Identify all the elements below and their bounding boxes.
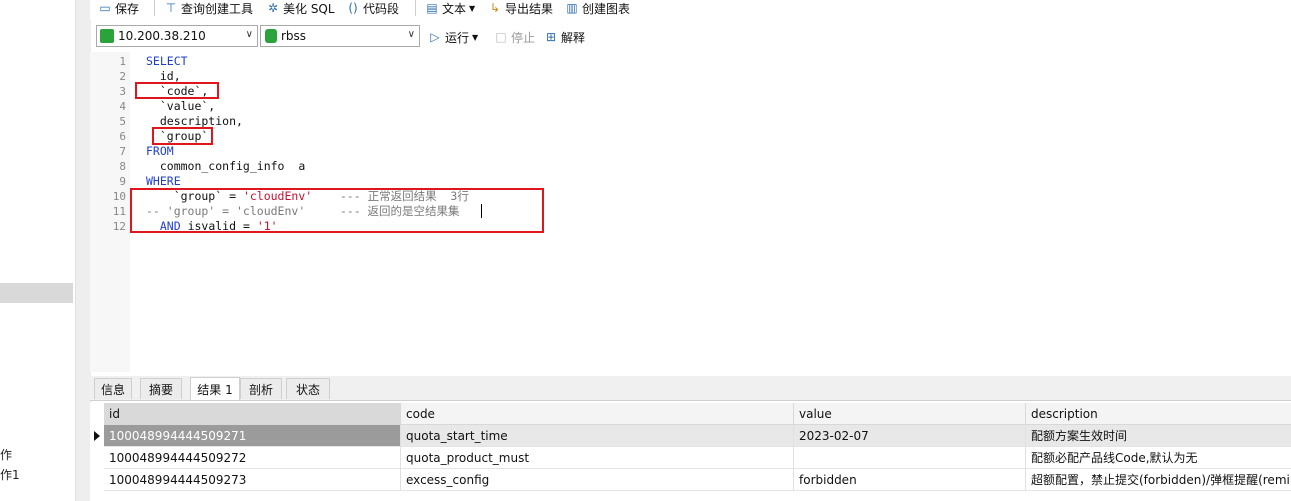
line-number: 3 <box>119 85 126 98</box>
column-header-id[interactable]: id <box>104 403 401 425</box>
table-cell-value[interactable] <box>794 447 1026 469</box>
code-line: common_config_info a <box>146 159 305 174</box>
result-grid[interactable]: id code value description 10004899444450… <box>90 403 1291 501</box>
query-builder-icon: ⊤ <box>165 1 177 15</box>
line-number: 9 <box>119 175 126 188</box>
code-token: SELECT <box>146 54 188 68</box>
table-cell-code[interactable]: excess_config <box>401 469 794 491</box>
column-header-value[interactable]: value <box>794 403 1026 425</box>
chevron-down-icon: ∨ <box>245 29 253 40</box>
tab-status[interactable]: 状态 <box>286 378 330 399</box>
dropdown-arrow-icon: ▼ <box>472 32 479 42</box>
main-toolbar: ▭ 保存 ⊤ 查询创建工具 ✲ 美化 SQL () 代码段 ▤ 文本 ▼ ↳ 导… <box>90 0 1291 20</box>
export-icon: ↳ <box>489 1 501 15</box>
chevron-down-icon: ∨ <box>407 29 415 40</box>
export-results-button[interactable]: ↳ 导出结果 <box>488 0 553 18</box>
line-number: 11 <box>112 205 126 218</box>
code-token: `value`, <box>146 99 216 113</box>
dropdown-arrow-icon: ▼ <box>469 3 476 13</box>
tab-result-1[interactable]: 结果 1 <box>190 377 240 400</box>
stop-icon: □ <box>495 30 507 44</box>
run-button[interactable]: ▷ 运行 ▼ <box>428 27 478 47</box>
explain-button[interactable]: ⊞ 解释 <box>544 27 585 47</box>
line-number-gutter: 1 2 3 4 5 6 7 8 9 10 11 12 <box>90 52 130 372</box>
panel-splitter[interactable] <box>75 0 91 501</box>
tab-profile[interactable]: 剖析 <box>240 378 282 399</box>
highlight-box-group <box>152 127 213 145</box>
sidebar-item[interactable]: 作 <box>0 446 12 463</box>
column-header-description[interactable]: description <box>1026 403 1291 425</box>
chart-icon: ▥ <box>566 1 578 15</box>
table-row[interactable]: 100048994444509273 excess_config forbidden… <box>90 469 1291 491</box>
code-token: description, <box>146 114 243 128</box>
line-number: 6 <box>119 130 126 143</box>
line-number: 2 <box>119 70 126 83</box>
table-row[interactable]: 100048994444509272 quota_product_must 配额必配… <box>90 447 1291 469</box>
table-cell-value[interactable]: forbidden <box>794 469 1026 491</box>
connection-icon <box>100 29 114 43</box>
code-token: WHERE <box>146 174 181 188</box>
connection-select[interactable]: 10.200.38.210 ∨ <box>96 25 258 47</box>
column-header-code[interactable]: code <box>401 403 794 425</box>
code-token: id, <box>146 69 181 83</box>
line-number: 12 <box>112 220 126 233</box>
code-token: common_config_info a <box>146 159 306 173</box>
code-snippet-button[interactable]: () 代码段 <box>346 0 399 18</box>
save-button[interactable]: ▭ 保存 <box>98 0 139 18</box>
table-cell-id[interactable]: 100048994444509273 <box>104 469 401 491</box>
database-icon <box>265 29 277 43</box>
stop-button[interactable]: □ 停止 <box>494 27 535 47</box>
explain-icon: ⊞ <box>545 30 557 44</box>
table-cell-description[interactable]: 配额方案生效时间 <box>1026 425 1291 447</box>
object-sidebar: 作 作1 <box>0 0 75 501</box>
tab-info[interactable]: 信息 <box>94 378 132 399</box>
code-line: SELECT <box>146 54 188 69</box>
document-icon: ▤ <box>426 1 438 15</box>
text-cursor <box>481 204 482 218</box>
play-icon: ▷ <box>430 30 440 44</box>
tab-summary[interactable]: 摘要 <box>140 378 182 399</box>
save-icon: ▭ <box>99 1 111 15</box>
code-line: FROM <box>146 144 174 159</box>
query-builder-button[interactable]: ⊤ 查询创建工具 <box>164 0 253 18</box>
line-number: 8 <box>119 160 126 173</box>
connection-toolbar: 10.200.38.210 ∨ rbss ∨ ▷ 运行 ▼ □ 停止 ⊞ 解释 <box>90 22 1291 50</box>
highlight-box-code <box>135 82 219 99</box>
sidebar-selected-item[interactable] <box>0 283 73 303</box>
table-cell-code[interactable]: quota_product_must <box>401 447 794 469</box>
beautify-sql-button[interactable]: ✲ 美化 SQL <box>266 0 335 18</box>
line-number: 7 <box>119 145 126 158</box>
table-cell-id[interactable]: 100048994444509272 <box>104 447 401 469</box>
line-number: 4 <box>119 100 126 113</box>
sql-editor[interactable]: 1 2 3 4 5 6 7 8 9 10 11 12 SELECT id, `code`, `valu… <box>90 52 1291 372</box>
table-cell-description[interactable]: 配额必配产品线Code,默认为无 <box>1026 447 1291 469</box>
database-select[interactable]: rbss ∨ <box>260 25 420 47</box>
current-row-indicator-icon <box>94 431 100 441</box>
table-cell-id[interactable]: 100048994444509271 <box>104 425 401 447</box>
code-token: FROM <box>146 144 174 158</box>
magic-wand-icon: ✲ <box>267 1 279 15</box>
sidebar-item[interactable]: 作1 <box>0 466 20 483</box>
line-number: 1 <box>119 55 126 68</box>
line-number: 5 <box>119 115 126 128</box>
table-cell-code[interactable]: quota_start_time <box>401 425 794 447</box>
table-cell-value[interactable]: 2023-02-07 <box>794 425 1026 447</box>
code-line: WHERE <box>146 174 181 189</box>
code-line: `value`, <box>146 99 215 114</box>
result-tabs: 信息 摘要 结果 1 剖析 状态 <box>90 376 1291 401</box>
text-button[interactable]: ▤ 文本 ▼ <box>425 0 475 18</box>
parentheses-icon: () <box>348 1 358 15</box>
create-chart-button[interactable]: ▥ 创建图表 <box>565 0 630 18</box>
table-row[interactable]: 100048994444509271 quota_start_time 2023-0… <box>90 425 1291 447</box>
line-number: 10 <box>112 190 126 203</box>
table-cell-description[interactable]: 超额配置，禁止提交(forbidden)/弹框提醒(remin <box>1026 469 1291 491</box>
